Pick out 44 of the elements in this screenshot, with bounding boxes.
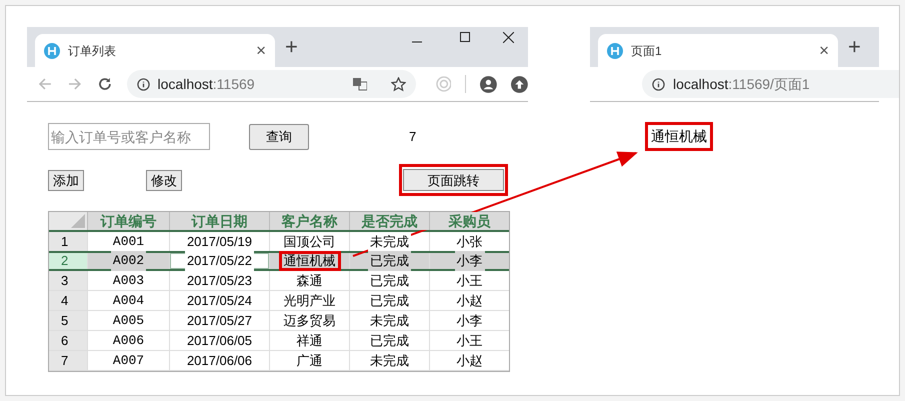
action-button[interactable]: 页面跳转 — [403, 169, 504, 191]
tab-title: 订单列表 — [68, 42, 116, 60]
search-field[interactable]: 输入订单号或客户名称 — [48, 123, 210, 150]
column-header[interactable]: 是否完成 — [349, 212, 429, 230]
browser-tab[interactable]: 页面1 × — [598, 34, 838, 67]
action-button[interactable]: 修改 — [146, 170, 182, 190]
table-cell: 通恒机械 — [278, 251, 340, 271]
account-icon[interactable] — [480, 76, 498, 92]
table-cell: 2017/05/22 — [184, 251, 254, 271]
table-cell: 小李 — [454, 251, 484, 271]
result-count: 7 — [409, 128, 416, 146]
table-cell: 未完成 — [368, 232, 411, 252]
tab-title: 页面1 — [631, 42, 662, 60]
url-text: localhost:11569 — [158, 74, 255, 94]
app-logo-icon — [607, 42, 623, 58]
info-icon — [652, 78, 665, 90]
row-number: 1 — [49, 232, 87, 251]
address-bar[interactable]: localhost:11569/页面1 — [642, 70, 899, 98]
row-number: 4 — [49, 291, 87, 310]
query-button[interactable]: 查询 — [249, 124, 309, 150]
maximize-icon[interactable] — [460, 32, 470, 42]
app-logo-icon — [44, 42, 60, 58]
address-bar[interactable]: localhost:11569 — [126, 70, 416, 98]
tab-close-button[interactable]: × — [819, 42, 829, 59]
url-text: localhost:11569/页面1 — [673, 74, 810, 94]
table-cell: 已完成 — [368, 251, 411, 271]
customer-name-text: 通恒机械 — [645, 122, 713, 151]
row-number: 6 — [49, 331, 87, 350]
action-button[interactable]: 添加 — [48, 170, 84, 190]
row-number: 5 — [49, 311, 87, 330]
upload-icon[interactable] — [511, 76, 528, 92]
reload-icon[interactable] — [96, 76, 113, 92]
browser-tab[interactable]: 订单列表 × — [35, 34, 275, 67]
new-tab-button[interactable]: + — [848, 36, 861, 58]
translate-icon[interactable] — [352, 77, 367, 91]
star-icon[interactable] — [390, 76, 406, 92]
table-cell: A002 — [110, 251, 146, 271]
close-icon[interactable] — [503, 32, 514, 43]
row-number: 7 — [49, 351, 87, 370]
row-number: 2 — [49, 253, 87, 269]
row-number: 3 — [49, 271, 87, 290]
new-tab-button[interactable]: + — [285, 36, 298, 58]
tab-close-button[interactable]: × — [256, 42, 266, 59]
info-icon — [136, 78, 150, 90]
